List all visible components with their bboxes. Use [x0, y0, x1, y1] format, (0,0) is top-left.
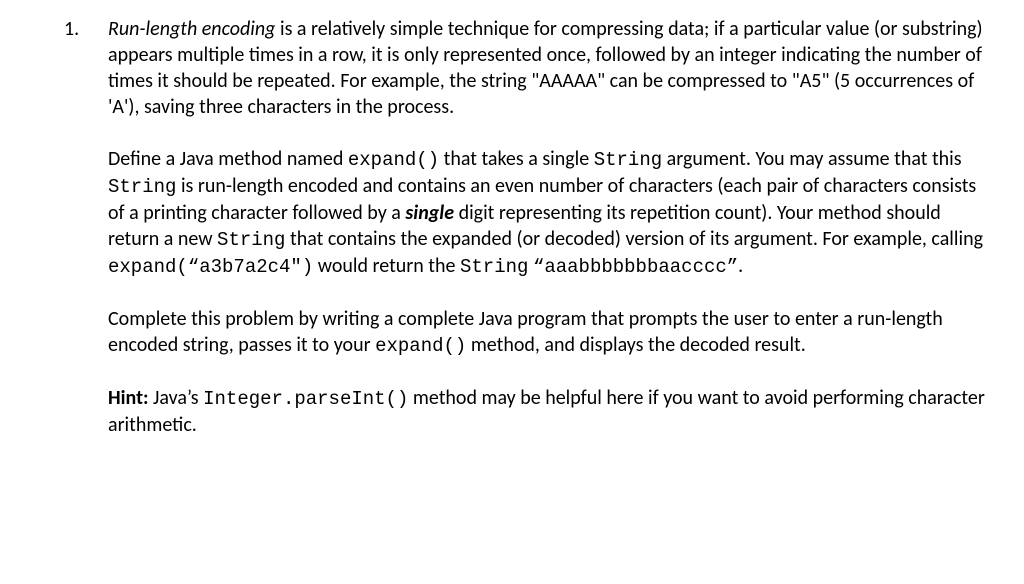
- hint-label: Hint:: [108, 386, 149, 410]
- code-string: String: [460, 256, 528, 278]
- code-expand: expand(): [375, 335, 466, 357]
- code-parseint: Integer.parseInt(): [203, 388, 408, 410]
- text: argument. You may assume that this: [662, 147, 961, 171]
- list-number: 1.: [64, 16, 79, 42]
- text: that takes a single: [439, 147, 594, 171]
- text: Define a Java method named: [108, 147, 348, 171]
- paragraph-complete-program: Complete this problem by writing a compl…: [108, 306, 996, 359]
- paragraph-define-method: Define a Java method named expand() that…: [108, 146, 996, 280]
- paragraph-hint: Hint: Java’s Integer.parseInt() method m…: [108, 385, 996, 438]
- term-run-length-encoding: Run-length encoding: [108, 17, 275, 41]
- emphasis-single: single: [405, 201, 454, 225]
- code-result: “aaabbbbbbbaacccc”: [533, 256, 738, 278]
- paragraph-intro: Run-length encoding is a relatively simp…: [108, 16, 996, 120]
- problem-content: Run-length encoding is a relatively simp…: [108, 16, 996, 438]
- text: method, and displays the decoded result.: [466, 333, 805, 357]
- text: that contains the expanded (or decoded) …: [285, 227, 983, 251]
- text: .: [738, 254, 743, 278]
- text: would return the: [313, 254, 460, 278]
- page: 1. Run-length encoding is a relatively s…: [0, 0, 1024, 584]
- code-string: String: [594, 149, 662, 171]
- code-expand: expand(): [348, 149, 439, 171]
- code-string: String: [108, 176, 176, 198]
- text: Java’s: [149, 386, 204, 410]
- code-string: String: [217, 229, 285, 251]
- code-expand-call: expand(“a3b7a2c4"): [108, 256, 313, 278]
